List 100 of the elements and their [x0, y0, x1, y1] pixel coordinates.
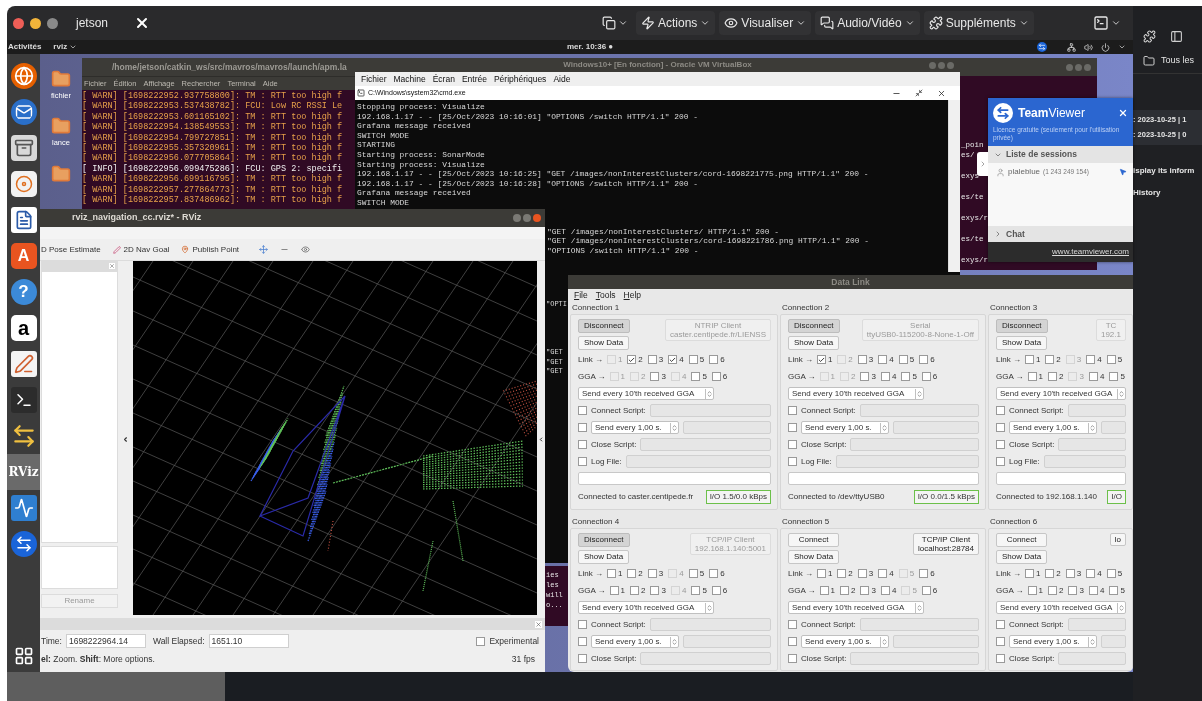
- checkbox[interactable]: [1027, 586, 1037, 595]
- collapse-left-icon[interactable]: [122, 436, 129, 443]
- checkbox[interactable]: [921, 586, 931, 595]
- spin-select[interactable]: Send every 1,00 s.: [591, 421, 679, 434]
- checkbox[interactable]: [1088, 372, 1098, 381]
- checkbox[interactable]: [860, 586, 870, 595]
- checkbox[interactable]: [816, 569, 826, 578]
- checkbox[interactable]: [1048, 586, 1057, 595]
- mail-icon[interactable]: [10, 99, 37, 125]
- app-icon[interactable]: A: [10, 243, 37, 269]
- show-data-button[interactable]: Show Data: [996, 336, 1048, 350]
- checkbox[interactable]: [1065, 569, 1075, 578]
- menu-item[interactable]: Écran: [432, 72, 455, 86]
- checkbox[interactable]: [880, 586, 890, 595]
- spin-select[interactable]: Send every 10'th received GGA: [578, 601, 714, 614]
- checkbox[interactable]: [788, 637, 797, 646]
- checkbox[interactable]: [819, 586, 829, 595]
- show-data-button[interactable]: Show Data: [996, 550, 1048, 564]
- checkbox[interactable]: [1109, 372, 1119, 381]
- document-icon[interactable]: [10, 207, 37, 233]
- text-field[interactable]: [1067, 618, 1126, 631]
- text-field[interactable]: [1043, 455, 1126, 468]
- spin-select[interactable]: Send every 10'th received GGA: [996, 387, 1126, 400]
- speaker-icon[interactable]: [10, 171, 37, 197]
- spin-select[interactable]: Send every 1,00 s.: [1009, 635, 1097, 648]
- menu-item[interactable]: Fichier: [361, 72, 387, 86]
- power-icon[interactable]: [1101, 42, 1110, 52]
- section-header[interactable]: Liste de sessions: [988, 146, 1133, 163]
- connect-button[interactable]: Disconnect: [788, 319, 840, 333]
- checkbox[interactable]: [1086, 569, 1096, 578]
- checkbox[interactable]: [627, 569, 637, 578]
- connect-button[interactable]: Connect: [788, 533, 840, 547]
- text-field[interactable]: [1058, 652, 1126, 665]
- checkbox[interactable]: [996, 423, 1005, 432]
- spin-select[interactable]: Send every 10'th received GGA: [788, 387, 924, 400]
- checkbox[interactable]: [1086, 355, 1096, 364]
- text-field[interactable]: [1101, 635, 1126, 648]
- checkbox[interactable]: [837, 569, 847, 578]
- maximize-icon[interactable]: [523, 214, 531, 222]
- section-header[interactable]: Chat: [988, 226, 1133, 242]
- checkbox[interactable]: [650, 586, 660, 595]
- checkbox[interactable]: [996, 637, 1005, 646]
- checkbox[interactable]: [1109, 586, 1119, 595]
- spin-select[interactable]: Send every 10'th received GGA: [788, 601, 924, 614]
- toolbar-menu[interactable]: Suppléments: [923, 11, 1034, 35]
- checkbox[interactable]: [709, 569, 719, 578]
- checkbox[interactable]: [1106, 569, 1116, 578]
- globe-icon[interactable]: [10, 63, 37, 89]
- checkbox[interactable]: [1106, 355, 1116, 364]
- connect-button[interactable]: Connect: [996, 533, 1048, 547]
- checkbox[interactable]: [857, 569, 867, 578]
- session-name[interactable]: plaleblue: [1008, 166, 1041, 178]
- clock[interactable]: mer. 10:36 ●: [567, 41, 614, 53]
- eye-icon[interactable]: [301, 245, 311, 254]
- checkbox[interactable]: [788, 620, 797, 629]
- restore-icon[interactable]: [915, 89, 923, 97]
- checkbox[interactable]: [578, 406, 587, 415]
- checkbox[interactable]: [691, 372, 701, 381]
- show-data-button[interactable]: Show Data: [578, 336, 630, 350]
- checkbox[interactable]: [996, 654, 1005, 663]
- checkbox[interactable]: [880, 372, 890, 381]
- checkbox[interactable]: [898, 355, 908, 364]
- collapse-tab[interactable]: [977, 152, 988, 176]
- help-icon[interactable]: ?: [10, 279, 37, 305]
- checkbox[interactable]: [630, 586, 639, 595]
- checkbox[interactable]: [688, 355, 698, 364]
- checkbox[interactable]: [1088, 586, 1098, 595]
- checkbox[interactable]: [788, 423, 797, 432]
- text-field[interactable]: [625, 455, 771, 468]
- spin-select[interactable]: Send every 1,00 s.: [801, 635, 889, 648]
- checkbox[interactable]: [1045, 355, 1055, 364]
- message-field[interactable]: [996, 472, 1126, 485]
- text-field[interactable]: [850, 438, 979, 451]
- checkbox[interactable]: [996, 440, 1005, 449]
- checkbox[interactable]: [709, 355, 719, 364]
- volume-icon[interactable]: [1084, 42, 1093, 52]
- terminal-menu-button[interactable]: [1093, 15, 1121, 31]
- notepad-icon[interactable]: [10, 351, 37, 377]
- checkbox[interactable]: [578, 423, 587, 432]
- connect-button[interactable]: Disconnect: [578, 319, 630, 333]
- text-field[interactable]: [893, 635, 979, 648]
- checkbox[interactable]: [691, 586, 701, 595]
- show-data-button[interactable]: Show Data: [788, 336, 840, 350]
- checkbox[interactable]: [578, 620, 587, 629]
- activities-button[interactable]: Activités: [8, 41, 42, 53]
- checkbox[interactable]: [788, 654, 797, 663]
- checkbox[interactable]: [647, 569, 657, 578]
- menu-item[interactable]: Périphériques: [493, 72, 547, 86]
- checkbox[interactable]: [921, 372, 931, 381]
- message-field[interactable]: [788, 472, 979, 485]
- checkbox[interactable]: [647, 355, 657, 364]
- menu-item[interactable]: Entrée: [461, 72, 487, 86]
- tool-button[interactable]: Publish Point: [181, 243, 240, 256]
- monitor-icon[interactable]: [10, 495, 37, 521]
- spin-select[interactable]: Send every 1,00 s.: [801, 421, 889, 434]
- connection-type-button[interactable]: TCP/IP Client localhost:28784: [912, 533, 979, 555]
- checkbox[interactable]: [788, 406, 797, 415]
- scrollbar[interactable]: [948, 100, 960, 272]
- checkbox[interactable]: [476, 636, 486, 646]
- checkbox[interactable]: [788, 457, 797, 466]
